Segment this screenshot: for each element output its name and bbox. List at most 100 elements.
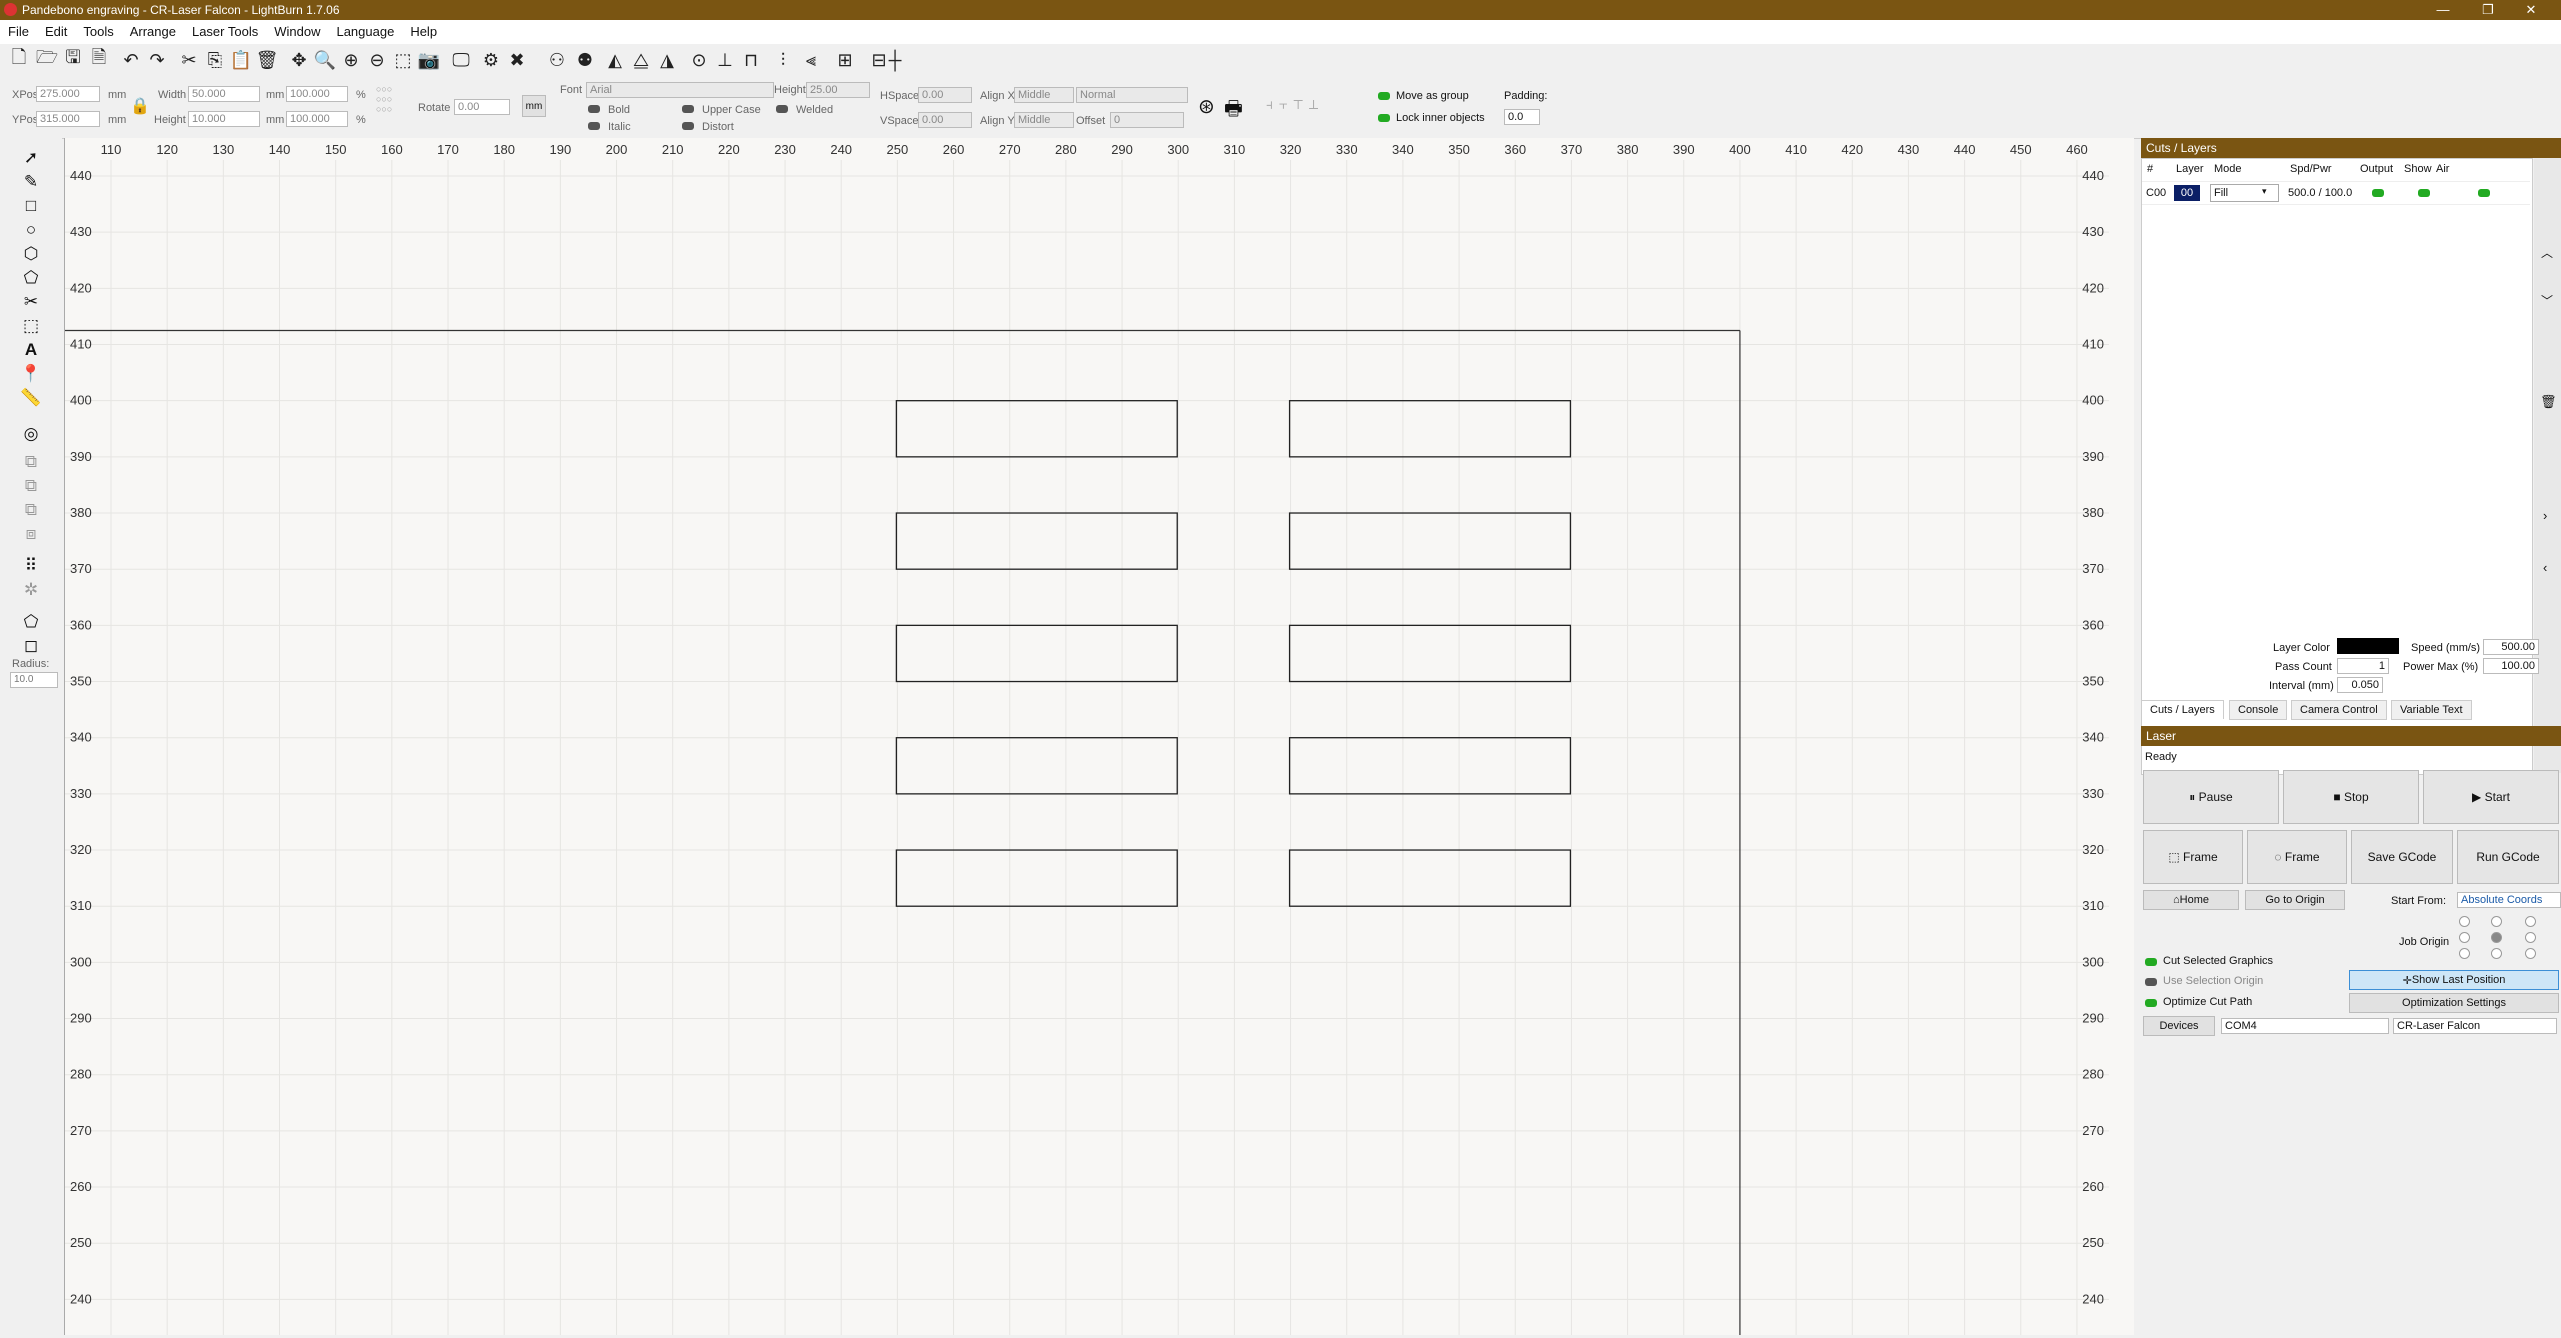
layer-color-box[interactable] (2337, 638, 2399, 654)
lock-icon[interactable]: 🔒 (130, 96, 150, 116)
move-up-icon[interactable]: ︿ (2541, 244, 2553, 261)
rotate-input[interactable]: 0.00 (454, 99, 510, 115)
pentagon-icon[interactable]: ⬠ (20, 267, 42, 289)
camera-icon[interactable]: 📷 (418, 49, 440, 71)
frame-circle-button[interactable]: ◌ Frame (2247, 830, 2347, 884)
align-y-select[interactable]: Middle (1014, 112, 1074, 128)
distort-toggle[interactable] (682, 122, 694, 130)
bold-toggle[interactable] (588, 105, 600, 113)
rotate-icon[interactable]: ◮ (656, 49, 678, 71)
menu-help[interactable]: Help (402, 20, 445, 39)
canvas-background[interactable] (64, 138, 2134, 1335)
italic-toggle[interactable] (588, 122, 600, 130)
flip-h-icon[interactable]: ◭ (604, 49, 626, 71)
height-input[interactable]: 10.000 (188, 111, 260, 127)
save-as-icon[interactable]: 🗎 (88, 47, 110, 71)
speed-input[interactable]: 500.00 (2483, 639, 2539, 655)
zoom-in-icon[interactable]: ⊕ (340, 49, 362, 71)
upper-case-toggle[interactable] (682, 105, 694, 113)
menu-file[interactable]: File (0, 20, 37, 39)
air-toggle[interactable] (2478, 189, 2490, 197)
trash-icon[interactable]: 🗑 (2540, 394, 2557, 410)
redo-icon[interactable]: ↷ (146, 49, 168, 71)
start-from-select[interactable]: Absolute Coords (2457, 892, 2561, 908)
scale-height-input[interactable]: 100.000 (286, 111, 348, 127)
dock-align-icons[interactable]: ⫞⫟⊤⊥ (1266, 96, 1324, 113)
go-to-origin-button[interactable]: Go to Origin (2245, 890, 2345, 910)
align-center-h-icon[interactable]: ⫶ (772, 49, 794, 71)
start-button[interactable]: ▶ Start (2423, 770, 2559, 824)
xpos-input[interactable]: 275.000 (36, 86, 100, 102)
zoom-frame-icon[interactable]: ⬚ (392, 49, 414, 71)
text-mode-select[interactable]: Normal (1076, 87, 1188, 103)
tab-console[interactable]: Console (2229, 700, 2288, 720)
save-icon[interactable]: 🖫 (62, 47, 84, 71)
convert-path-icon[interactable]: ⬠ (20, 611, 42, 633)
rectangle-icon[interactable]: □ (20, 195, 42, 217)
save-gcode-button[interactable]: Save GCode (2351, 830, 2453, 884)
menu-laser-tools[interactable]: Laser Tools (184, 20, 266, 39)
intersect-icon[interactable]: ⧈ (20, 523, 42, 545)
layer-row[interactable]: C00 00 Fill ▾ 500.0 / 100.0 (2142, 181, 2530, 205)
marker-icon[interactable]: 📍 (20, 363, 42, 385)
trim-icon[interactable]: ✂ (20, 291, 42, 313)
text-icon[interactable]: A (20, 339, 42, 361)
optimize-cut-toggle[interactable] (2145, 999, 2157, 1007)
stop-button[interactable]: ■ Stop (2283, 770, 2419, 824)
measure-icon[interactable]: 📏 (20, 387, 42, 409)
use-selection-origin-toggle[interactable] (2145, 978, 2157, 986)
origin-radio-bl[interactable] (2459, 948, 2470, 959)
pass-count-input[interactable]: 1 (2337, 658, 2389, 674)
polygon-icon[interactable]: ⬡ (20, 243, 42, 265)
origin-radio-br[interactable] (2525, 948, 2536, 959)
show-toggle[interactable] (2418, 189, 2430, 197)
move-as-group-toggle[interactable] (1378, 92, 1390, 100)
tab-cuts-layers[interactable]: Cuts / Layers (2141, 700, 2224, 719)
select-icon[interactable]: ➚ (20, 147, 42, 169)
paste-icon[interactable]: 📋 (230, 49, 252, 71)
origin-radio-mc[interactable] (2491, 932, 2502, 943)
position-icon[interactable]: ⬚ (20, 315, 42, 337)
copy-icon[interactable]: ⎘ (204, 49, 226, 71)
align-center-v-icon[interactable]: ⫷ (800, 49, 822, 71)
menu-arrange[interactable]: Arrange (122, 20, 184, 39)
tools-icon[interactable]: ✖ (506, 49, 528, 71)
maximize-button[interactable]: ❐ (2470, 1, 2506, 19)
output-toggle[interactable] (2372, 189, 2384, 197)
origin-radio-tc[interactable] (2491, 916, 2502, 927)
circular-array-icon[interactable]: ✲ (20, 579, 42, 601)
ungroup-icon[interactable]: ⚉ (574, 49, 596, 71)
grid-array-icon[interactable]: ⠿ (20, 555, 42, 577)
device-select[interactable]: CR-Laser Falcon (2393, 1018, 2557, 1034)
align-x-select[interactable]: Middle (1014, 87, 1074, 103)
menu-window[interactable]: Window (266, 20, 328, 39)
workspace-canvas[interactable]: 110 120 130 140 150 160 170 180 190 200 210 220 230 2… (64, 138, 2134, 1335)
run-gcode-button[interactable]: Run GCode (2457, 830, 2559, 884)
pause-button[interactable]: ⏸ Pause (2143, 770, 2279, 824)
origin-radio-bc[interactable] (2491, 948, 2502, 959)
zoom-icon[interactable]: 🔍 (314, 49, 336, 71)
close-button[interactable]: ✕ (2513, 1, 2549, 19)
mirror-icon[interactable]: ⧋ (630, 49, 652, 71)
zoom-out-icon[interactable]: ⊖ (366, 49, 388, 71)
origin-radio-tl[interactable] (2459, 916, 2470, 927)
subtract-icon[interactable]: ⧉ (20, 499, 42, 521)
new-file-icon[interactable]: 🗋 (8, 47, 30, 71)
fillet-icon[interactable]: ◻ (20, 635, 42, 657)
hspace-input[interactable]: 0.00 (918, 87, 972, 103)
offset-shape-icon[interactable]: ◎ (20, 423, 42, 445)
home-button[interactable]: ⌂ Home (2143, 890, 2239, 910)
vspace-input[interactable]: 0.00 (918, 112, 972, 128)
menu-edit[interactable]: Edit (37, 20, 75, 39)
port-select[interactable]: COM4 (2221, 1018, 2389, 1034)
devices-button[interactable]: Devices (2143, 1016, 2215, 1036)
welded-toggle[interactable] (776, 105, 788, 113)
text-height-input[interactable]: 25.00 (806, 82, 870, 98)
distribute-icon[interactable]: ⊓ (740, 49, 762, 71)
padding-input[interactable]: 0.0 (1504, 109, 1540, 125)
cut-icon[interactable]: ✂ (178, 49, 200, 71)
layer-mode-select[interactable]: Fill (2210, 184, 2279, 202)
menu-language[interactable]: Language (328, 20, 402, 39)
open-file-icon[interactable]: 🗁 (36, 47, 58, 71)
chevron-left-icon[interactable]: ‹ (2543, 560, 2547, 575)
